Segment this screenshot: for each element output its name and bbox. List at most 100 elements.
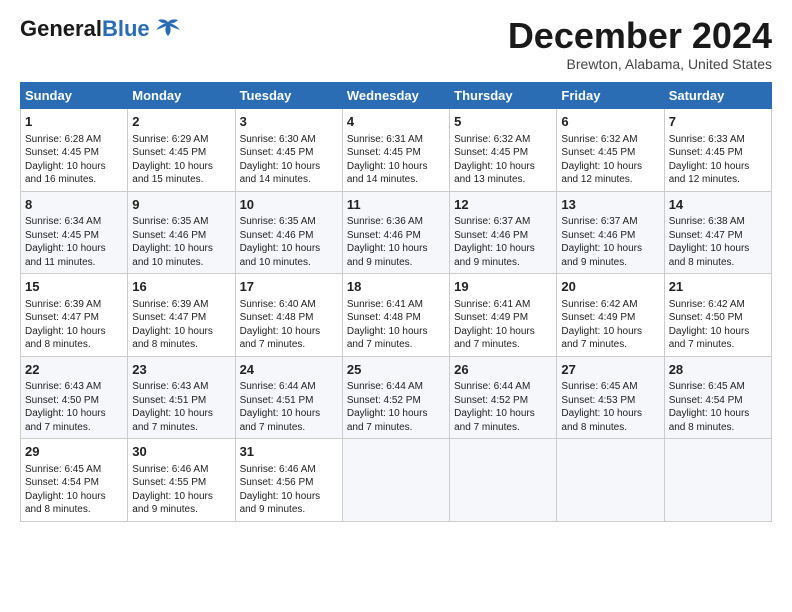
day-number: 19 [454, 278, 552, 296]
day-number: 12 [454, 196, 552, 214]
logo-text: GeneralBlue [20, 18, 150, 40]
logo-general: General [20, 16, 102, 41]
day-info: Sunrise: 6:32 AM [454, 133, 552, 147]
table-row: 5Sunrise: 6:32 AMSunset: 4:45 PMDaylight… [450, 109, 557, 192]
table-row: 15Sunrise: 6:39 AMSunset: 4:47 PMDayligh… [21, 274, 128, 357]
table-row: 28Sunrise: 6:45 AMSunset: 4:54 PMDayligh… [664, 356, 771, 439]
day-info: Sunset: 4:45 PM [240, 146, 338, 160]
logo: GeneralBlue [20, 18, 182, 40]
day-info: Sunrise: 6:43 AM [132, 380, 230, 394]
day-number: 23 [132, 361, 230, 379]
day-number: 10 [240, 196, 338, 214]
table-row [557, 439, 664, 522]
day-info: Sunrise: 6:28 AM [25, 133, 123, 147]
day-info: Sunset: 4:50 PM [669, 311, 767, 325]
table-row: 6Sunrise: 6:32 AMSunset: 4:45 PMDaylight… [557, 109, 664, 192]
day-info: Daylight: 10 hours [561, 325, 659, 339]
day-info: and 7 minutes. [561, 338, 659, 352]
day-info: and 7 minutes. [132, 421, 230, 435]
day-number: 16 [132, 278, 230, 296]
day-info: Daylight: 10 hours [240, 160, 338, 174]
table-row: 10Sunrise: 6:35 AMSunset: 4:46 PMDayligh… [235, 191, 342, 274]
calendar-week-row: 29Sunrise: 6:45 AMSunset: 4:54 PMDayligh… [21, 439, 772, 522]
day-number: 2 [132, 113, 230, 131]
day-info: Daylight: 10 hours [347, 160, 445, 174]
day-info: Daylight: 10 hours [454, 407, 552, 421]
day-info: Daylight: 10 hours [454, 325, 552, 339]
day-info: Sunrise: 6:42 AM [561, 298, 659, 312]
day-info: Sunset: 4:46 PM [454, 229, 552, 243]
day-info: Sunrise: 6:35 AM [240, 215, 338, 229]
day-info: Sunrise: 6:46 AM [132, 463, 230, 477]
day-info: Daylight: 10 hours [240, 242, 338, 256]
table-row: 8Sunrise: 6:34 AMSunset: 4:45 PMDaylight… [21, 191, 128, 274]
day-info: Sunrise: 6:33 AM [669, 133, 767, 147]
table-row [450, 439, 557, 522]
day-info: Daylight: 10 hours [561, 407, 659, 421]
day-info: Sunrise: 6:46 AM [240, 463, 338, 477]
day-info: Daylight: 10 hours [669, 325, 767, 339]
day-info: and 14 minutes. [347, 173, 445, 187]
day-info: Sunrise: 6:45 AM [25, 463, 123, 477]
col-saturday: Saturday [664, 83, 771, 109]
page-container: GeneralBlue December 2024 Brewton, Alaba… [0, 0, 792, 532]
col-sunday: Sunday [21, 83, 128, 109]
day-info: Daylight: 10 hours [132, 407, 230, 421]
day-info: Daylight: 10 hours [669, 407, 767, 421]
day-number: 13 [561, 196, 659, 214]
day-info: Sunrise: 6:43 AM [25, 380, 123, 394]
day-number: 30 [132, 443, 230, 461]
day-info: and 16 minutes. [25, 173, 123, 187]
day-info: and 9 minutes. [561, 256, 659, 270]
table-row: 19Sunrise: 6:41 AMSunset: 4:49 PMDayligh… [450, 274, 557, 357]
day-info: and 12 minutes. [561, 173, 659, 187]
table-row: 11Sunrise: 6:36 AMSunset: 4:46 PMDayligh… [342, 191, 449, 274]
table-row: 16Sunrise: 6:39 AMSunset: 4:47 PMDayligh… [128, 274, 235, 357]
table-row: 27Sunrise: 6:45 AMSunset: 4:53 PMDayligh… [557, 356, 664, 439]
day-info: Sunrise: 6:35 AM [132, 215, 230, 229]
day-info: Daylight: 10 hours [132, 242, 230, 256]
day-number: 18 [347, 278, 445, 296]
day-info: and 8 minutes. [25, 338, 123, 352]
table-row: 12Sunrise: 6:37 AMSunset: 4:46 PMDayligh… [450, 191, 557, 274]
day-number: 21 [669, 278, 767, 296]
day-number: 11 [347, 196, 445, 214]
table-row: 1Sunrise: 6:28 AMSunset: 4:45 PMDaylight… [21, 109, 128, 192]
day-info: and 7 minutes. [454, 421, 552, 435]
col-friday: Friday [557, 83, 664, 109]
day-info: Sunset: 4:45 PM [25, 146, 123, 160]
day-info: Daylight: 10 hours [25, 242, 123, 256]
day-number: 14 [669, 196, 767, 214]
col-monday: Monday [128, 83, 235, 109]
day-info: and 14 minutes. [240, 173, 338, 187]
day-info: Daylight: 10 hours [561, 160, 659, 174]
day-info: Daylight: 10 hours [132, 490, 230, 504]
day-info: Daylight: 10 hours [240, 407, 338, 421]
day-info: and 10 minutes. [240, 256, 338, 270]
table-row: 4Sunrise: 6:31 AMSunset: 4:45 PMDaylight… [342, 109, 449, 192]
header: GeneralBlue December 2024 Brewton, Alaba… [20, 18, 772, 72]
day-info: Sunrise: 6:39 AM [132, 298, 230, 312]
day-number: 9 [132, 196, 230, 214]
day-info: Sunset: 4:46 PM [561, 229, 659, 243]
col-tuesday: Tuesday [235, 83, 342, 109]
day-number: 26 [454, 361, 552, 379]
day-info: Daylight: 10 hours [25, 325, 123, 339]
day-info: Sunset: 4:46 PM [132, 229, 230, 243]
day-info: and 11 minutes. [25, 256, 123, 270]
day-number: 1 [25, 113, 123, 131]
day-info: Sunset: 4:46 PM [347, 229, 445, 243]
day-info: Sunset: 4:45 PM [132, 146, 230, 160]
day-info: and 10 minutes. [132, 256, 230, 270]
day-number: 15 [25, 278, 123, 296]
day-info: Sunrise: 6:37 AM [561, 215, 659, 229]
calendar-week-row: 22Sunrise: 6:43 AMSunset: 4:50 PMDayligh… [21, 356, 772, 439]
day-info: and 13 minutes. [454, 173, 552, 187]
day-info: and 9 minutes. [347, 256, 445, 270]
table-row: 31Sunrise: 6:46 AMSunset: 4:56 PMDayligh… [235, 439, 342, 522]
day-info: Sunrise: 6:37 AM [454, 215, 552, 229]
table-row: 13Sunrise: 6:37 AMSunset: 4:46 PMDayligh… [557, 191, 664, 274]
day-info: Sunrise: 6:44 AM [454, 380, 552, 394]
day-info: Daylight: 10 hours [240, 490, 338, 504]
table-row: 21Sunrise: 6:42 AMSunset: 4:50 PMDayligh… [664, 274, 771, 357]
